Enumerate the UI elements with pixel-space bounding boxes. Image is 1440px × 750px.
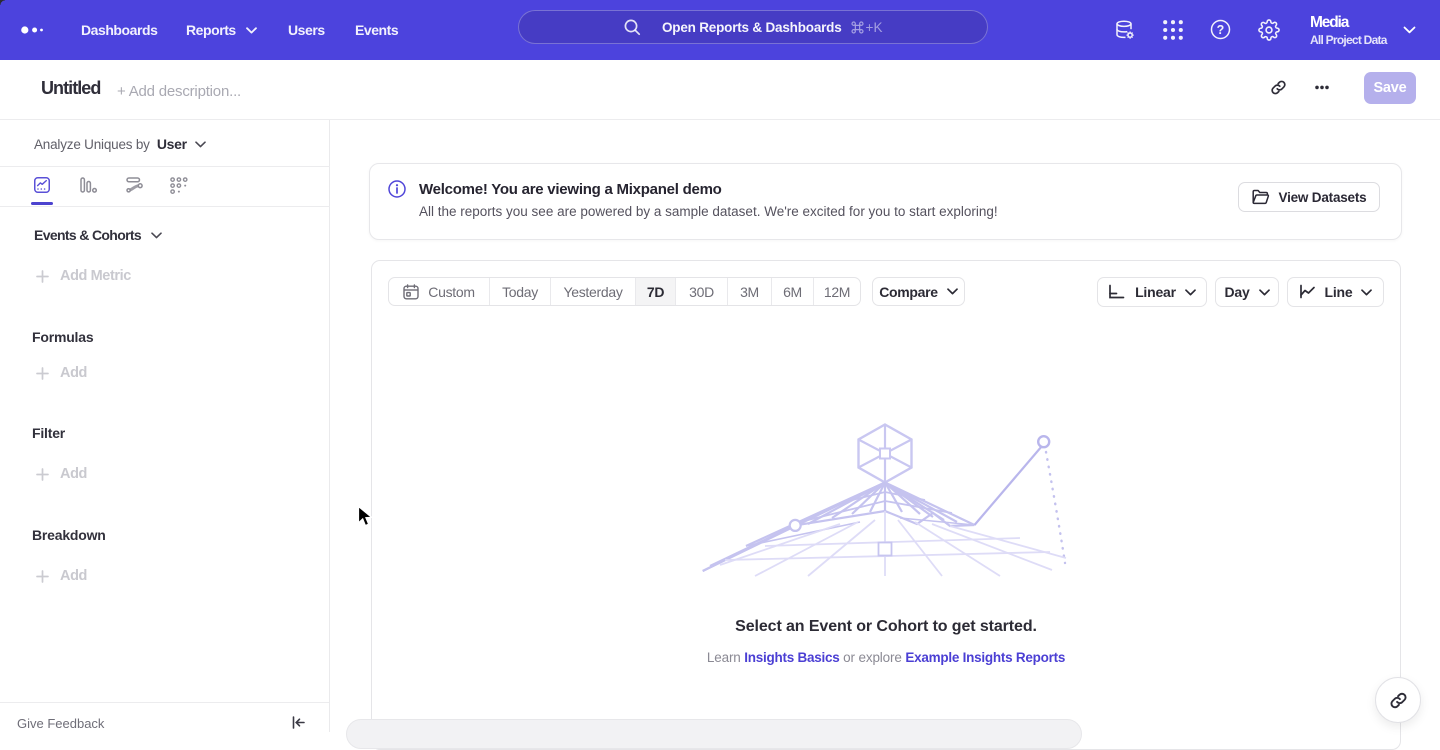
svg-text:?: ? — [1217, 23, 1225, 37]
